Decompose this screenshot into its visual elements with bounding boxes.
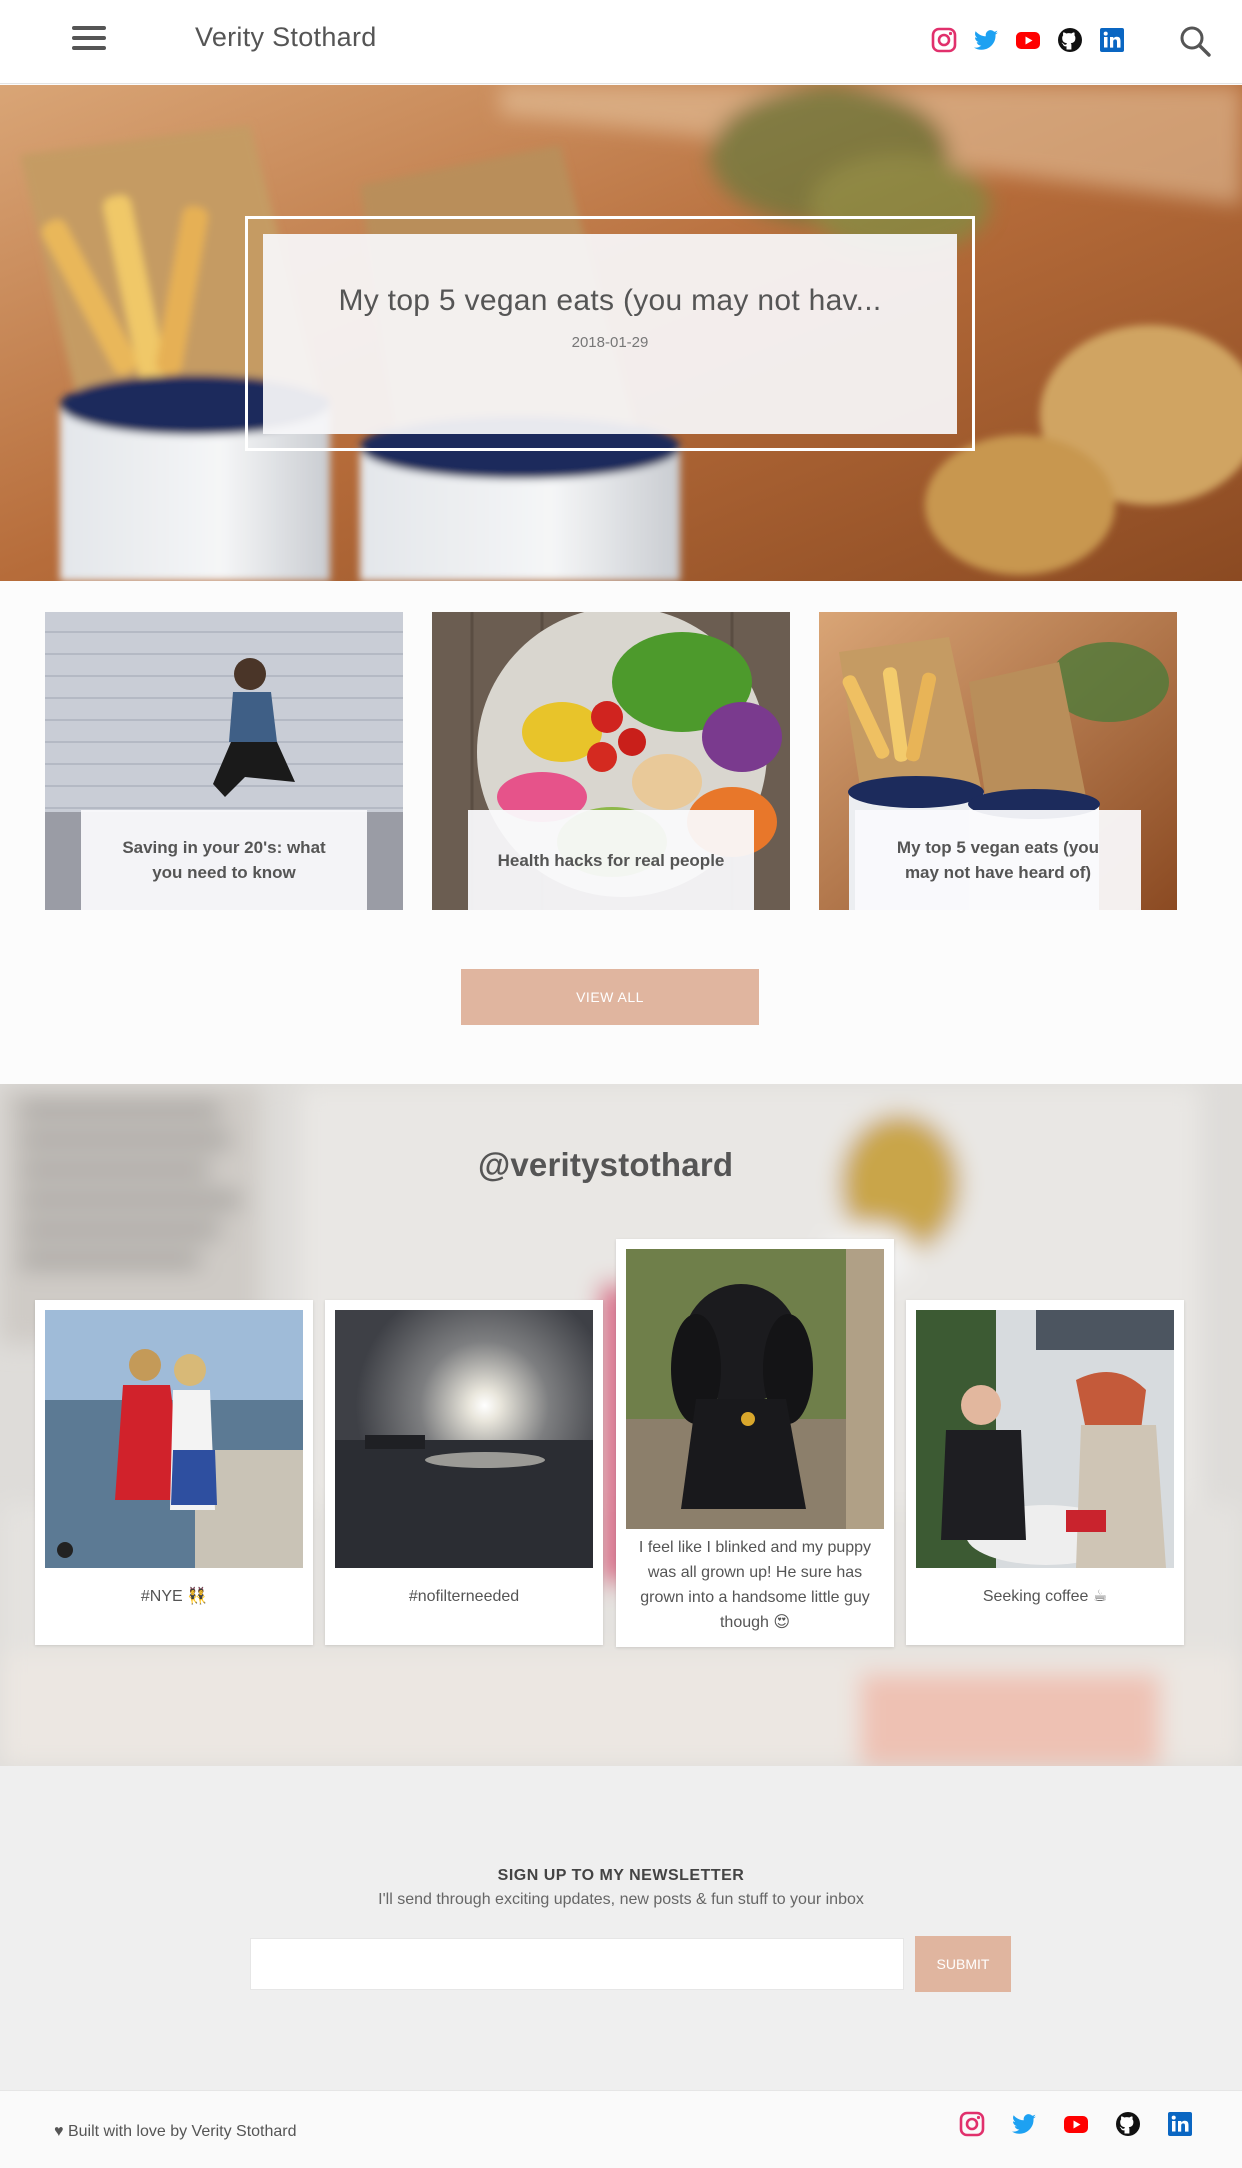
- instagram-post[interactable]: #NYE 👯: [35, 1300, 313, 1645]
- post-card-vegan[interactable]: My top 5 vegan eats (you may not have he…: [819, 612, 1177, 910]
- instagram-section: @veritystothard #NYE 👯 #nofilterneeded I…: [0, 1084, 1242, 1766]
- post-title[interactable]: My top 5 vegan eats (you may not have he…: [855, 810, 1141, 910]
- view-all-button[interactable]: VIEW ALL: [461, 969, 759, 1025]
- instagram-handle[interactable]: @veritystothard: [478, 1146, 733, 1184]
- site-header: Verity Stothard: [0, 0, 1242, 84]
- header-social-links: [930, 26, 1126, 54]
- newsletter-heading: SIGN UP TO MY NEWSLETTER: [497, 1867, 745, 1884]
- newsletter-section: SIGN UP TO MY NEWSLETTER I'll send throu…: [0, 1766, 1242, 2090]
- hamburger-menu-icon[interactable]: [72, 26, 106, 56]
- instagram-caption: #nofilterneeded: [408, 1588, 520, 1605]
- hero-caption-card[interactable]: My top 5 vegan eats (you may not hav... …: [263, 234, 957, 434]
- instagram-caption: I feel like I blinked and my puppy was a…: [638, 1539, 872, 1631]
- footer-social-links: [958, 2110, 1194, 2138]
- instagram-caption: #NYE 👯: [140, 1588, 208, 1605]
- linkedin-icon[interactable]: [1098, 26, 1126, 54]
- instagram-caption: Seeking coffee ☕: [982, 1588, 1108, 1605]
- youtube-icon[interactable]: [1062, 2110, 1090, 2138]
- linkedin-icon[interactable]: [1166, 2110, 1194, 2138]
- hero-post-date: 2018-01-29: [571, 334, 649, 351]
- post-card-saving[interactable]: Saving in your 20's: what you need to kn…: [45, 612, 403, 910]
- site-title[interactable]: Verity Stothard: [195, 22, 377, 53]
- post-title[interactable]: Health hacks for real people: [468, 810, 754, 910]
- page: Verity Stothard My top 5 vegan eats (you…: [0, 0, 1242, 2168]
- search-icon[interactable]: [1178, 24, 1212, 58]
- instagram-post[interactable]: I feel like I blinked and my puppy was a…: [616, 1239, 894, 1647]
- instagram-icon[interactable]: [930, 26, 958, 54]
- instagram-photo-puppy: [626, 1249, 884, 1529]
- youtube-icon[interactable]: [1014, 26, 1042, 54]
- hero-featured-post[interactable]: My top 5 vegan eats (you may not hav... …: [0, 85, 1242, 581]
- post-card-health[interactable]: Health hacks for real people: [432, 612, 790, 910]
- instagram-post[interactable]: #nofilterneeded: [325, 1300, 603, 1645]
- newsletter-email-input[interactable]: [250, 1938, 904, 1990]
- instagram-icon[interactable]: [958, 2110, 986, 2138]
- twitter-icon[interactable]: [972, 26, 1000, 54]
- footer-credit: ♥ Built with love by Verity Stothard: [54, 2123, 297, 2140]
- github-icon[interactable]: [1114, 2110, 1142, 2138]
- github-icon[interactable]: [1056, 26, 1084, 54]
- instagram-photo-cafe: [916, 1310, 1174, 1568]
- post-title[interactable]: Saving in your 20's: what you need to kn…: [81, 810, 367, 910]
- instagram-photo-friends: [45, 1310, 303, 1568]
- hero-post-title[interactable]: My top 5 vegan eats (you may not hav...: [263, 284, 957, 318]
- newsletter-subheading: I'll send through exciting updates, new …: [378, 1891, 864, 1908]
- twitter-icon[interactable]: [1010, 2110, 1038, 2138]
- newsletter-submit-button[interactable]: SUBMIT: [915, 1936, 1011, 1992]
- instagram-post[interactable]: Seeking coffee ☕: [906, 1300, 1184, 1645]
- instagram-photo-sunset: [335, 1310, 593, 1568]
